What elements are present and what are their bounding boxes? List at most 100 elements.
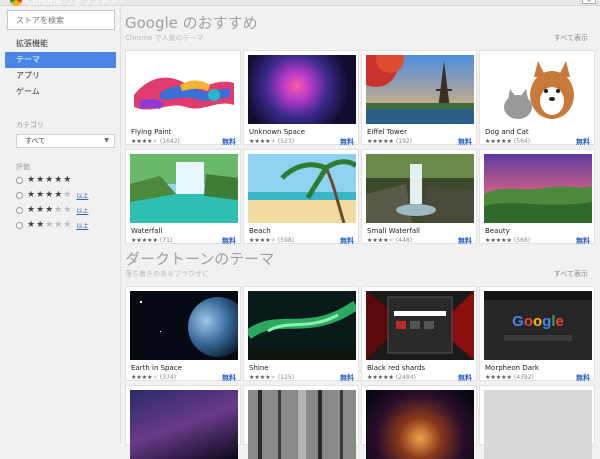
theme-thumbnail-image[interactable]: [366, 291, 474, 360]
price-label-free[interactable]: 無料: [458, 236, 472, 246]
star-rating-icon: ★★★★★ (192): [367, 138, 413, 145]
price-label-free[interactable]: 無料: [576, 137, 590, 147]
theme-card[interactable]: Small Waterfall ★★★★★ (448) 無料: [361, 149, 477, 246]
nav-item-apps[interactable]: アプリ: [0, 68, 121, 84]
theme-card[interactable]: Beach ★★★★★ (598) 無料: [243, 149, 359, 246]
theme-card[interactable]: Beauty ★★★★★ (568) 無料: [479, 149, 595, 246]
theme-thumbnail-image[interactable]: [130, 154, 238, 223]
rating-suffix: 以上: [76, 207, 89, 215]
rating-filter-row[interactable]: ★★★★★ 以上: [16, 204, 88, 216]
close-icon[interactable]: ×: [582, 0, 596, 4]
theme-thumbnail-image[interactable]: [248, 154, 356, 223]
theme-name: Flying Paint: [131, 128, 172, 136]
star-rating-icon: ★★★★★ (598): [249, 237, 295, 244]
theme-card[interactable]: Earth in Space ★★★★★ (374) 無料: [125, 286, 241, 383]
star-rating-icon: ★★★★★ (523): [249, 138, 295, 145]
star-rating-icon: ★★★★★: [27, 190, 73, 200]
theme-name: Unknown Space: [249, 128, 306, 136]
theme-card[interactable]: [243, 385, 359, 459]
price-label-free[interactable]: 無料: [576, 236, 590, 246]
price-label-free[interactable]: 無料: [458, 137, 472, 147]
theme-thumbnail-image[interactable]: [484, 390, 592, 459]
price-label-free[interactable]: 無料: [222, 373, 236, 383]
theme-thumbnail-image[interactable]: [248, 291, 356, 360]
theme-thumbnail-image[interactable]: [366, 154, 474, 223]
rating-filter-row[interactable]: ★★★★★ 以上: [16, 219, 88, 231]
view-all-link-recommended[interactable]: すべて表示: [554, 33, 588, 43]
section-title-recommended: Google のおすすめ: [125, 14, 258, 32]
theme-name: Shine: [249, 364, 269, 372]
category-select[interactable]: すべて ▼: [16, 134, 115, 148]
nav-item-games[interactable]: ゲーム: [0, 84, 121, 100]
rating-suffix: 以上: [76, 222, 89, 230]
theme-thumbnail-image[interactable]: [484, 55, 592, 124]
price-label-free[interactable]: 無料: [340, 236, 354, 246]
section-title-dark: ダークトーンのテーマ: [125, 250, 275, 268]
main-content: Google のおすすめ Chrome で人気のテーマ すべて表示 ダークトーン…: [121, 6, 600, 459]
rating-filter-row[interactable]: ★★★★★ 以上: [16, 189, 88, 201]
theme-card[interactable]: Waterfall ★★★★★ (71) 無料: [125, 149, 241, 246]
theme-card[interactable]: Unknown Space ★★★★★ (523) 無料: [243, 50, 359, 147]
theme-name: Dog and Cat: [485, 128, 529, 136]
price-label-free[interactable]: 無料: [340, 137, 354, 147]
theme-card[interactable]: Google Morpheon Dark ★★★★★ (4392) 無料: [479, 286, 595, 383]
theme-name: Earth in Space: [131, 364, 182, 372]
star-rating-icon: ★★★★★: [27, 205, 73, 215]
price-label-free[interactable]: 無料: [458, 373, 472, 383]
rating-count: (125): [277, 374, 295, 381]
nav-item-themes[interactable]: テーマ: [5, 52, 116, 68]
category-nav: 拡張機能 テーマ アプリ ゲーム: [0, 36, 121, 100]
rating-count: (192): [395, 138, 413, 145]
radio-button[interactable]: [16, 206, 23, 214]
theme-name: Beauty: [485, 227, 510, 235]
star-rating-icon: ★★★★★ (564): [485, 138, 531, 145]
theme-thumbnail-image[interactable]: [366, 390, 474, 459]
theme-name: Waterfall: [131, 227, 163, 235]
nav-item-extensions[interactable]: 拡張機能: [0, 36, 121, 52]
sidebar: 拡張機能 テーマ アプリ ゲーム カテゴリ すべて ▼ 評価 ★★★★★★★★★…: [0, 6, 121, 444]
price-label-free[interactable]: 無料: [340, 373, 354, 383]
chevron-down-icon: ▼: [104, 137, 109, 144]
theme-card[interactable]: [361, 385, 477, 459]
theme-thumbnail-image[interactable]: [248, 390, 356, 459]
star-rating-icon: ★★★★★ (4392): [485, 374, 534, 381]
radio-button[interactable]: [16, 221, 23, 229]
theme-name: Beach: [249, 227, 271, 235]
theme-name: Small Waterfall: [367, 227, 421, 235]
theme-card[interactable]: [125, 385, 241, 459]
theme-thumbnail-image[interactable]: Google: [484, 291, 592, 360]
radio-button[interactable]: [16, 191, 23, 199]
theme-card[interactable]: Black red shards ★★★★★ (2484) 無料: [361, 286, 477, 383]
rating-filter-row[interactable]: ★★★★★: [16, 174, 76, 186]
star-rating-icon: ★★★★★: [27, 175, 73, 185]
theme-name: Morpheon Dark: [485, 364, 539, 372]
price-label-free[interactable]: 無料: [222, 137, 236, 147]
theme-card[interactable]: [479, 385, 595, 459]
theme-name: Black red shards: [367, 364, 426, 372]
star-rating-icon: ★★★★★ (568): [485, 237, 531, 244]
radio-button[interactable]: [16, 176, 23, 184]
theme-card[interactable]: Flying Paint ★★★★★ (1642) 無料: [125, 50, 241, 147]
view-all-link-dark[interactable]: すべて表示: [554, 269, 588, 279]
price-label-free[interactable]: 無料: [222, 236, 236, 246]
theme-card[interactable]: Dog and Cat ★★★★★ (564) 無料: [479, 50, 595, 147]
star-rating-icon: ★★★★★ (2484): [367, 374, 416, 381]
theme-thumbnail-image[interactable]: [484, 154, 592, 223]
price-label-free[interactable]: 無料: [576, 373, 590, 383]
rating-count: (564): [513, 138, 531, 145]
theme-card[interactable]: Eiffel Tower ★★★★★ (192) 無料: [361, 50, 477, 147]
theme-thumbnail-image[interactable]: [248, 55, 356, 124]
section-subtitle-recommended: Chrome で人気のテーマ: [125, 34, 204, 42]
theme-thumbnail-image[interactable]: [130, 291, 238, 360]
category-filter-label: カテゴリ: [16, 121, 44, 129]
theme-thumbnail-image[interactable]: [130, 55, 238, 124]
star-rating-icon: ★★★★★ (374): [131, 374, 177, 381]
section-subtitle-dark: 落ち着きのあるブラウザに: [125, 270, 209, 278]
theme-card[interactable]: Shine ★★★★★ (125) 無料: [243, 286, 359, 383]
theme-thumbnail-image[interactable]: [130, 390, 238, 459]
star-rating-icon: ★★★★★ (448): [367, 237, 413, 244]
theme-thumbnail-image[interactable]: [366, 55, 474, 124]
rating-filter-label: 評価: [16, 163, 30, 171]
rating-count: (374): [159, 374, 177, 381]
store-search-input[interactable]: [7, 10, 115, 30]
